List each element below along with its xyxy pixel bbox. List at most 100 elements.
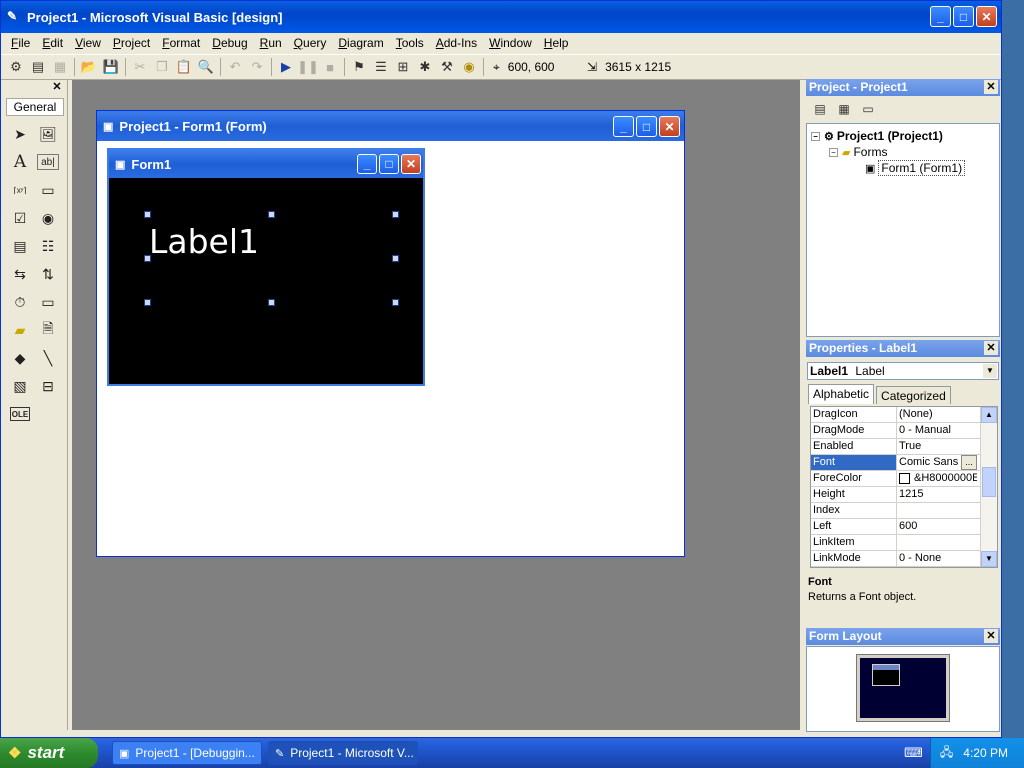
property-value[interactable]: 0 - Manual — [897, 423, 977, 438]
view-code-icon[interactable]: ▤ — [810, 99, 830, 119]
ole-tool-icon[interactable]: OLE — [10, 407, 30, 421]
properties-close-icon[interactable]: ✕ — [984, 341, 998, 355]
break-icon[interactable]: ❚❚ — [297, 56, 319, 78]
resize-handle[interactable] — [144, 255, 151, 262]
tab-categorized[interactable]: Categorized — [876, 386, 951, 404]
network-icon[interactable]: 🖧 — [940, 743, 953, 764]
property-row[interactable]: DragIcon (None) — [811, 407, 997, 423]
property-value[interactable]: (None) — [897, 407, 977, 422]
textbox-tool-icon[interactable]: ab| — [37, 154, 59, 170]
chevron-down-icon[interactable]: ▼ — [983, 364, 997, 378]
tree-item-forms[interactable]: − ▰ Forms — [807, 144, 999, 160]
menu-project[interactable]: Project — [107, 36, 156, 50]
title-bar[interactable]: ✎ Project1 - Microsoft Visual Basic [des… — [1, 1, 1001, 33]
property-row[interactable]: Left 600 — [811, 519, 997, 535]
resize-handle[interactable] — [268, 299, 275, 306]
project-explorer-icon[interactable]: ⚑ — [348, 56, 370, 78]
pointer-tool-icon[interactable]: ➤ — [6, 120, 34, 148]
designer-maximize-button[interactable]: □ — [636, 116, 657, 137]
taskbar-item-vb-design[interactable]: ✎ Project1 - Microsoft V... — [268, 741, 418, 765]
menu-edit[interactable]: Edit — [36, 36, 69, 50]
form1-window[interactable]: ▣ Form1 _ □ ✕ Label1 — [107, 148, 425, 386]
resize-handle[interactable] — [392, 211, 399, 218]
scroll-down-icon[interactable]: ▼ — [981, 551, 997, 567]
taskbar-item-debugging[interactable]: ▣ Project1 - [Debuggin... — [112, 741, 262, 765]
open-project-icon[interactable]: 📂 — [78, 56, 100, 78]
tree-item-form1[interactable]: ▣ Form1 (Form1) — [807, 160, 999, 176]
menu-file[interactable]: File — [5, 36, 36, 50]
form1-close-button[interactable]: ✕ — [401, 154, 421, 174]
end-icon[interactable]: ■ — [319, 56, 341, 78]
menu-add-ins[interactable]: Add-Ins — [430, 36, 483, 50]
timer-tool-icon[interactable]: ⏱ — [6, 288, 34, 316]
vscrollbar-tool-icon[interactable]: ⇅ — [34, 260, 62, 288]
clock[interactable]: 4:20 PM — [963, 746, 1008, 760]
form1-minimize-button[interactable]: _ — [357, 154, 377, 174]
label-tool-icon[interactable]: A — [6, 148, 34, 176]
menu-format[interactable]: Format — [156, 36, 206, 50]
shape-tool-icon[interactable]: ◆ — [6, 344, 34, 372]
property-row[interactable]: Enabled True — [811, 439, 997, 455]
property-row[interactable]: Height 1215 — [811, 487, 997, 503]
object-browser-icon[interactable]: ✱ — [414, 56, 436, 78]
scroll-thumb[interactable] — [982, 467, 996, 497]
resize-handle[interactable] — [392, 299, 399, 306]
property-value-cell[interactable]: Comic Sans M... — [897, 455, 977, 470]
designer-close-button[interactable]: ✕ — [659, 116, 680, 137]
picturebox-tool-icon[interactable]: 🖼 — [34, 120, 62, 148]
property-value[interactable] — [897, 535, 977, 550]
filelistbox-tool-icon[interactable]: 🗎 — [34, 316, 62, 344]
resize-handle[interactable] — [392, 255, 399, 262]
property-row[interactable]: ForeColor &H8000000E — [811, 471, 997, 487]
property-value[interactable]: 0 - None — [897, 551, 977, 566]
data-view-icon[interactable]: ◉ — [458, 56, 480, 78]
collapse-icon[interactable]: − — [811, 131, 820, 141]
image-tool-icon[interactable]: ▧ — [6, 372, 34, 400]
menu-run[interactable]: Run — [254, 36, 288, 50]
property-row[interactable]: DragMode 0 - Manual — [811, 423, 997, 439]
dirlistbox-tool-icon[interactable]: ▰ — [6, 316, 34, 344]
copy-icon[interactable]: ❐ — [151, 56, 173, 78]
optionbutton-tool-icon[interactable]: ◉ — [34, 204, 62, 232]
close-button[interactable]: ✕ — [976, 6, 997, 27]
project-explorer-close-icon[interactable]: ✕ — [984, 80, 998, 94]
toggle-folders-icon[interactable]: ▭ — [858, 99, 878, 119]
find-icon[interactable]: 🔍 — [195, 56, 217, 78]
property-scrollbar[interactable]: ▲ ▼ — [980, 407, 997, 567]
view-object-icon[interactable]: ▦ — [834, 99, 854, 119]
label1-control[interactable]: Label1 — [149, 222, 259, 261]
checkbox-tool-icon[interactable]: ☑ — [6, 204, 34, 232]
properties-window-icon[interactable]: ☰ — [370, 56, 392, 78]
resize-handle[interactable] — [144, 299, 151, 306]
menu-debug[interactable]: Debug — [206, 36, 253, 50]
designer-minimize-button[interactable]: _ — [613, 116, 634, 137]
object-selector[interactable]: Label1 Label ▼ — [807, 362, 999, 380]
maximize-button[interactable]: □ — [953, 6, 974, 27]
property-value[interactable]: True — [897, 439, 977, 454]
mini-form-preview[interactable] — [872, 664, 900, 686]
resize-handle[interactable] — [268, 211, 275, 218]
menu-tools[interactable]: Tools — [390, 36, 430, 50]
hscrollbar-tool-icon[interactable]: ⇆ — [6, 260, 34, 288]
toolbox-icon[interactable]: ⚒ — [436, 56, 458, 78]
tab-alphabetic[interactable]: Alphabetic — [808, 384, 875, 404]
drivelistbox-tool-icon[interactable]: ▭ — [34, 288, 62, 316]
property-value[interactable] — [897, 503, 977, 518]
tree-item-project1[interactable]: − ⚙ Project1 (Project1) — [807, 128, 999, 144]
keyboard-icon[interactable]: ⌨ — [904, 745, 923, 761]
add-project-icon[interactable]: ⚙ — [5, 56, 27, 78]
collapse-icon[interactable]: − — [829, 147, 838, 157]
menu-editor-icon[interactable]: ▦ — [49, 56, 71, 78]
add-form-icon[interactable]: ▤ — [27, 56, 49, 78]
property-row[interactable]: LinkMode 0 - None — [811, 551, 997, 567]
menu-view[interactable]: View — [69, 36, 107, 50]
minimize-button[interactable]: _ — [930, 6, 951, 27]
listbox-tool-icon[interactable]: ☷ — [34, 232, 62, 260]
menu-query[interactable]: Query — [288, 36, 333, 50]
property-row-selected[interactable]: Font Comic Sans M... — [811, 455, 997, 471]
form-layout-close-icon[interactable]: ✕ — [984, 629, 998, 643]
property-row[interactable]: LinkItem — [811, 535, 997, 551]
combobox-tool-icon[interactable]: ▤ — [6, 232, 34, 260]
redo-icon[interactable]: ↷ — [246, 56, 268, 78]
start-button[interactable]: ❖ start — [0, 738, 98, 768]
